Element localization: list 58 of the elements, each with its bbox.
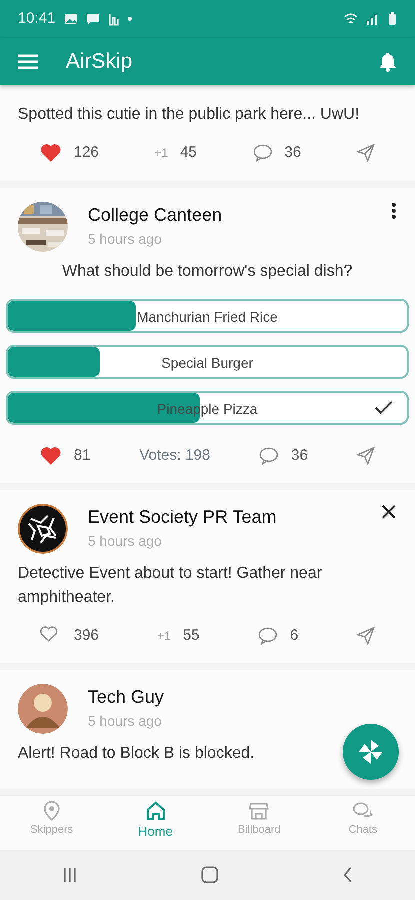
- menu-icon[interactable]: [18, 54, 38, 70]
- notification-bell-icon[interactable]: [379, 52, 397, 72]
- comment-count: 36: [291, 446, 308, 466]
- like-count: 81: [74, 446, 91, 466]
- heart-icon[interactable]: [40, 445, 62, 468]
- image-icon: [64, 13, 78, 25]
- check-icon: [375, 400, 393, 415]
- home-button-icon[interactable]: [201, 866, 220, 884]
- nav-tab[interactable]: Home: [104, 796, 208, 850]
- poll-option[interactable]: Manchurian Fried Rice: [6, 298, 409, 333]
- post-text: What should be tomorrow's special dish?: [61, 262, 354, 282]
- store-icon: [248, 800, 270, 822]
- comment-icon[interactable]: [259, 447, 280, 466]
- dot-icon: [128, 17, 132, 21]
- votes-count: Votes: 198: [140, 446, 210, 466]
- plus-one-count: 45: [180, 143, 198, 164]
- post-time: 5 hours ago: [88, 532, 163, 552]
- poll-option-label: Special Burger: [162, 354, 254, 373]
- signal-icon: [366, 13, 380, 25]
- plus-one-button[interactable]: +1: [157, 627, 172, 645]
- nav-tab[interactable]: Chats: [311, 796, 415, 850]
- plus-one-count: 55: [183, 626, 200, 646]
- nav-tab[interactable]: Billboard: [208, 796, 312, 850]
- like-count: 126: [74, 143, 100, 164]
- comment-icon[interactable]: [258, 627, 278, 645]
- status-time: 10:41: [18, 8, 56, 29]
- wifi-icon: [344, 13, 358, 25]
- pinwheel-icon: [357, 738, 385, 766]
- nav-tab[interactable]: Skippers: [0, 796, 104, 850]
- author-name: Event Society PR Team: [88, 506, 277, 530]
- battery-icon: [388, 12, 397, 26]
- post-time: 5 hours ago: [88, 712, 163, 732]
- person-avatar-icon: [18, 684, 68, 734]
- send-icon[interactable]: [356, 144, 375, 162]
- comment-icon[interactable]: [252, 144, 273, 162]
- send-icon[interactable]: [357, 447, 375, 466]
- post-text: Detective Event about to start! Gather near amphitheater.: [18, 564, 324, 608]
- author-name: College Canteen: [88, 204, 222, 227]
- plus-one-button[interactable]: +1: [154, 144, 168, 162]
- home-icon: [144, 800, 167, 822]
- post-text: Spotted this cutie in the public park here... UwU!: [18, 105, 361, 125]
- recent-apps-icon[interactable]: [62, 867, 78, 883]
- poll-option[interactable]: Special Burger: [6, 344, 409, 379]
- poll-option-label: Manchurian Fried Rice: [137, 308, 278, 327]
- logo-icon: [18, 504, 68, 554]
- comment-count: 36: [284, 143, 302, 164]
- comment-count: 6: [290, 626, 299, 646]
- back-icon[interactable]: [343, 867, 354, 883]
- post-text: Alert! Road to Block B is blocked.: [18, 744, 255, 764]
- app-title: AirSkip: [66, 48, 134, 75]
- more-options-icon[interactable]: [391, 202, 397, 220]
- post-time: 5 hours ago: [88, 230, 163, 249]
- like-count: 396: [74, 626, 100, 646]
- author-name: Tech Guy: [88, 686, 164, 710]
- heart-icon[interactable]: [40, 142, 62, 164]
- send-icon[interactable]: [356, 627, 375, 645]
- message-icon: [86, 12, 100, 26]
- close-icon[interactable]: [381, 504, 397, 520]
